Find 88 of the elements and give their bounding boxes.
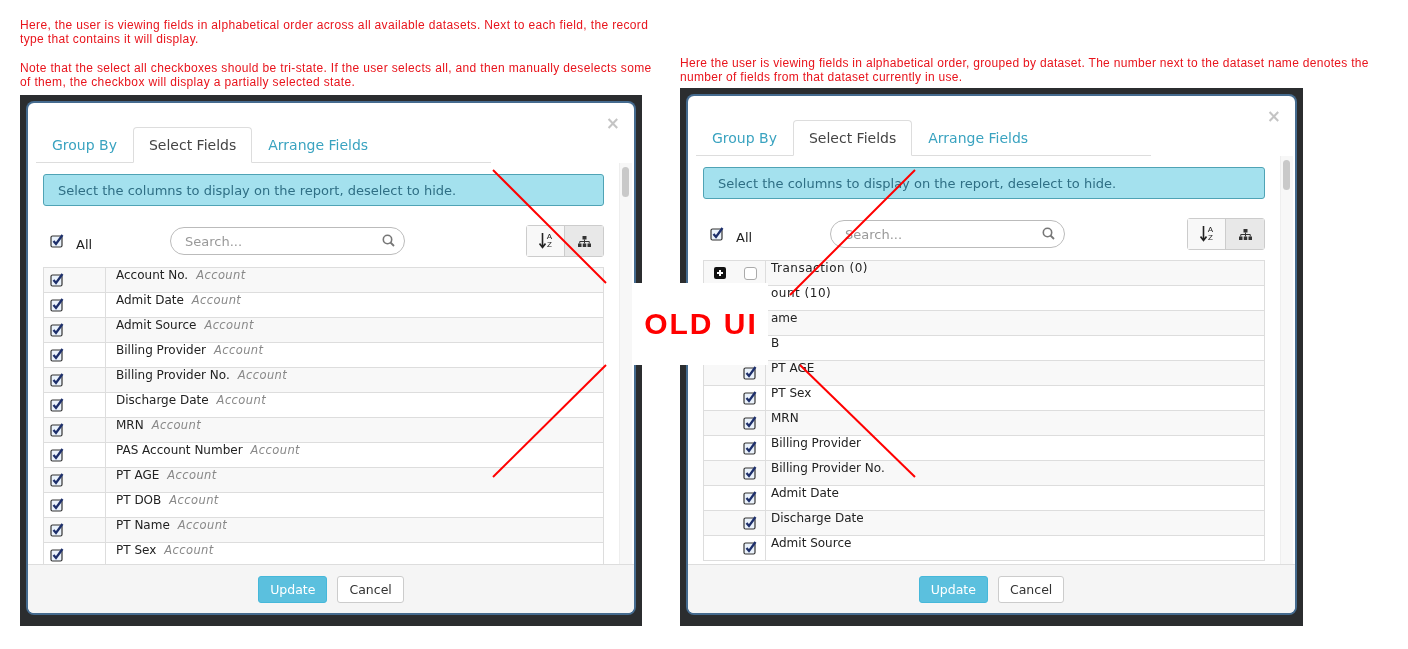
field-name: PT AGE (116, 468, 160, 482)
select-all-label: All (76, 236, 93, 252)
field-name: PT DOB (116, 493, 162, 507)
hierarchy-icon (577, 235, 591, 247)
annotation-note: Here the user is viewing fields in alphabetical order, grouped by dataset. The number next to the dataset name denotes the number of fields from that dataset currently in use. (680, 56, 1370, 84)
checkbox[interactable] (743, 491, 757, 505)
checkbox[interactable] (710, 227, 724, 241)
record-type: Account (214, 343, 264, 357)
checkbox[interactable] (50, 373, 64, 387)
field-name: Billing Provider (771, 436, 861, 450)
annotation-note: Here, the user is viewing fields in alphabetical order across all available datasets. Next to each field, the record type that contains it will display. (20, 18, 650, 46)
record-type: Account (167, 468, 217, 482)
record-type: Account (177, 518, 228, 532)
field-name: Billing Provider (116, 343, 206, 357)
select-all-label: All (736, 229, 753, 245)
field-name: Billing Provider No. (771, 461, 885, 475)
tab[interactable]: Select Fields (792, 120, 913, 156)
search-icon (382, 234, 395, 247)
field-name: PAS Account Number (116, 443, 243, 457)
close-button[interactable]: × (605, 115, 620, 132)
field-name: MRN (771, 411, 799, 425)
cancel-button[interactable]: Cancel (997, 575, 1065, 603)
record-type: Account (250, 443, 301, 457)
record-type: Account (164, 543, 214, 557)
cancel-button[interactable]: Cancel (337, 575, 404, 603)
field-name: ame (771, 311, 798, 325)
tab[interactable]: Select Fields (132, 127, 253, 163)
annotation-note: Note that the select all checkboxes should be tri-state. If the user selects all, and then manually deselects some of them, the checkbox will display a partially selected state. (20, 61, 653, 89)
checkbox[interactable] (743, 416, 757, 430)
down-arrow-icon (538, 233, 546, 249)
search-icon (1042, 227, 1055, 240)
stamp-label: OLD UI (634, 283, 768, 365)
down-arrow-icon (1199, 226, 1207, 242)
checkbox[interactable] (743, 466, 757, 480)
tab[interactable]: Arrange Fields (252, 127, 385, 163)
checkbox[interactable] (50, 523, 64, 537)
field-name: PT Sex (771, 386, 812, 400)
field-name: PT Sex (116, 543, 157, 557)
field-name: PT Name (116, 518, 170, 532)
sort-alphabetical-button[interactable]: A Z (1188, 219, 1226, 249)
tab[interactable]: Arrange Fields (912, 120, 1045, 156)
checkbox[interactable] (743, 391, 757, 405)
checkbox[interactable] (743, 441, 757, 455)
checkbox[interactable] (50, 448, 64, 462)
tab[interactable]: Group By (36, 127, 133, 163)
record-type: Account (196, 268, 246, 282)
close-button[interactable]: × (1266, 108, 1281, 125)
checkbox[interactable] (50, 273, 64, 287)
update-button[interactable]: Update (258, 575, 328, 603)
field-name: Account No. (116, 268, 189, 282)
field-name: Discharge Date (116, 393, 209, 407)
field-name: Billing Provider No. (116, 368, 230, 382)
checkbox[interactable] (743, 516, 757, 530)
checkbox[interactable] (743, 541, 757, 555)
checkbox[interactable] (50, 473, 64, 487)
checkbox[interactable] (50, 348, 64, 362)
checkbox[interactable] (50, 498, 64, 512)
checkbox[interactable] (50, 298, 64, 312)
field-name: B (771, 336, 780, 350)
search-field[interactable]: Search... (170, 227, 405, 255)
checkbox[interactable] (743, 366, 757, 380)
record-type: Account (169, 493, 219, 507)
dataset-name: ount (10) (771, 286, 832, 300)
field-name: Admit Date (771, 486, 839, 500)
field-name: MRN (116, 418, 144, 432)
checkbox[interactable] (50, 398, 64, 412)
scrollbar[interactable] (619, 163, 632, 564)
hierarchy-icon (1238, 228, 1252, 240)
field-name: Admit Source (116, 318, 197, 332)
checkbox[interactable] (50, 423, 64, 437)
record-type: Account (204, 318, 254, 332)
checkbox[interactable] (50, 323, 64, 337)
record-type: Account (191, 293, 242, 307)
sort-alphabetical-button[interactable]: A Z (527, 226, 565, 256)
field-name: Discharge Date (771, 511, 864, 525)
record-type: Account (151, 418, 202, 432)
checkbox[interactable] (50, 548, 64, 562)
plus-icon[interactable] (713, 267, 726, 279)
field-name: Admit Date (116, 293, 184, 307)
info-banner: Select the columns to display on the report, deselect to hide. (43, 174, 604, 206)
scrollbar[interactable] (1280, 156, 1293, 564)
checkbox[interactable] (50, 234, 64, 248)
record-type: Account (237, 368, 288, 382)
tab[interactable]: Group By (696, 120, 793, 156)
record-type: Account (216, 393, 267, 407)
field-name: Admit Source (771, 536, 852, 550)
update-button[interactable]: Update (918, 575, 988, 603)
checkbox[interactable] (743, 266, 757, 280)
